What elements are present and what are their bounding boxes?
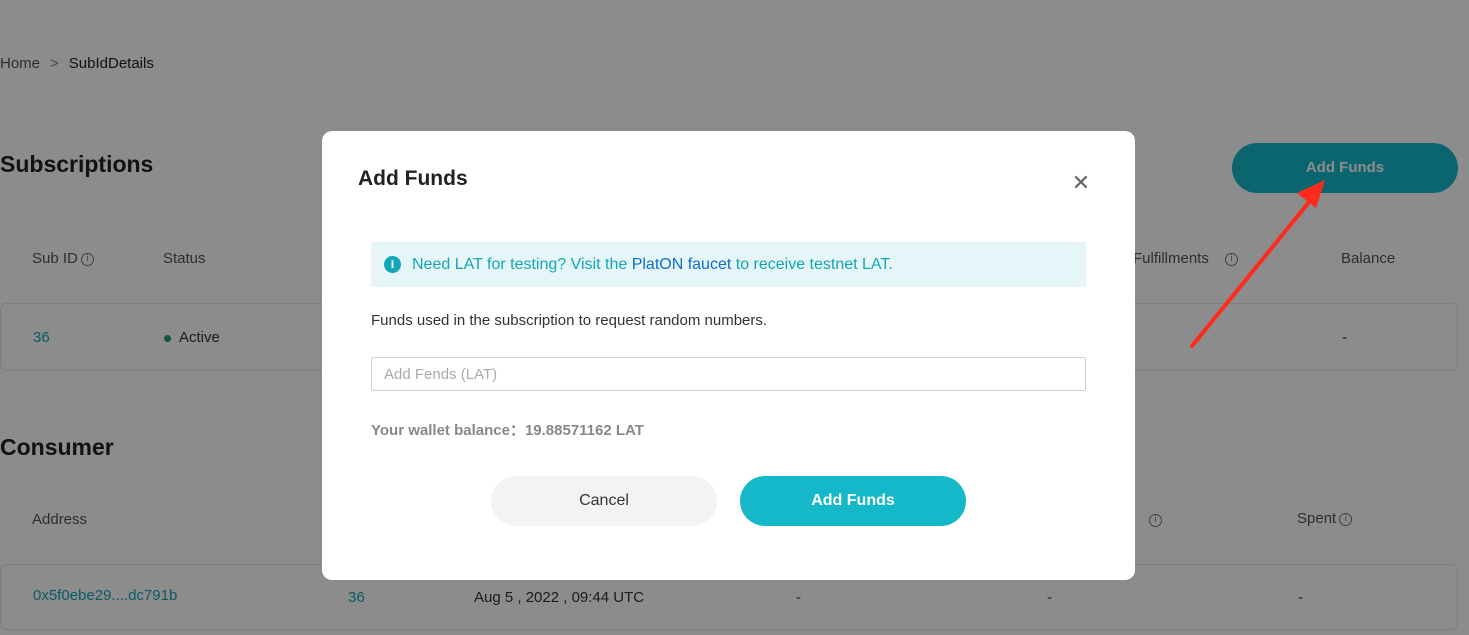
- close-icon[interactable]: ✕: [1070, 173, 1092, 195]
- wallet-balance-label: Your wallet balance：: [371, 422, 525, 439]
- alert-text: Need LAT for testing? Visit the PlatON f…: [412, 242, 893, 287]
- faucet-link[interactable]: PlatON faucet: [632, 256, 732, 273]
- cancel-button[interactable]: Cancel: [491, 476, 717, 526]
- info-alert: i Need LAT for testing? Visit the PlatON…: [371, 242, 1086, 287]
- modal-description: Funds used in the subscription to reques…: [371, 312, 768, 329]
- modal-title: Add Funds: [358, 167, 468, 190]
- add-funds-modal: Add Funds ✕ i Need LAT for testing? Visi…: [322, 131, 1135, 580]
- info-circle-icon: i: [384, 256, 401, 273]
- alert-text-after: to receive testnet LAT.: [731, 256, 893, 273]
- alert-text-before: Need LAT for testing? Visit the: [412, 256, 632, 273]
- wallet-balance-value: 19.88571162 LAT: [524, 422, 644, 439]
- add-funds-submit-button[interactable]: Add Funds: [740, 476, 966, 526]
- add-funds-input[interactable]: [371, 357, 1086, 391]
- wallet-balance: Your wallet balance：19.88571162 LAT: [371, 419, 644, 440]
